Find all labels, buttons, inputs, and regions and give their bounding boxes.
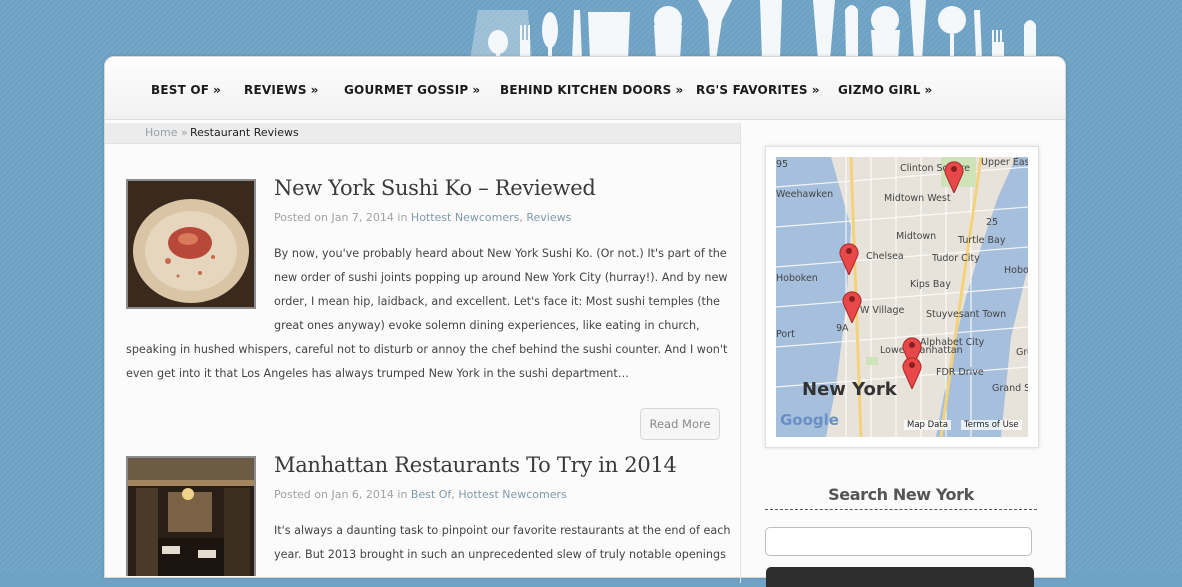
post-date: Posted on Jan 7, 2014 in [274, 211, 411, 224]
post-title-link[interactable]: Manhattan Restaurants To Try in 2014 [274, 453, 677, 477]
breadcrumb: Home » Restaurant Reviews [105, 123, 740, 144]
map-label: Port [776, 329, 795, 340]
google-logo[interactable]: Google [780, 411, 839, 429]
map-label: Alphabet City [920, 337, 985, 348]
excerpt-line: speaking in hushed whispers, careful not… [126, 343, 728, 356]
nav-arrow: » [811, 83, 820, 97]
map-label: Grand St [992, 383, 1028, 394]
map-label: Midtown [896, 231, 937, 242]
content-wrapper: BEST OF» REVIEWS» GOURMET GOSSIP» BEHIND… [104, 56, 1066, 587]
nav-item-behind-kitchen-doors[interactable]: BEHIND KITCHEN DOORS» [500, 83, 683, 97]
excerpt-line: even get into it that Los Angeles has al… [126, 367, 629, 380]
breadcrumb-current: Restaurant Reviews [190, 126, 299, 139]
nav-label: GIZMO GIRL [838, 83, 921, 97]
map-marker-icon[interactable] [902, 355, 922, 389]
breadcrumb-separator: » [181, 126, 188, 139]
post-thumbnail-sushi[interactable] [126, 179, 256, 309]
column-divider [740, 123, 741, 583]
nav-label: RG'S FAVORITES [696, 83, 808, 97]
nav-arrow: » [213, 83, 222, 97]
excerpt-line: It's always a daunting task to pinpoint … [274, 524, 731, 537]
nav-label: GOURMET GOSSIP [344, 83, 469, 97]
nav-item-reviews[interactable]: REVIEWS» [244, 83, 319, 97]
map-marker-icon[interactable] [839, 241, 859, 275]
map-label: Chelsea [866, 251, 904, 262]
map-label: Tudor City [932, 253, 980, 264]
map-label: Midtown West [884, 193, 951, 204]
map-label: 95 [776, 159, 789, 170]
post-thumbnail-restaurant[interactable] [126, 456, 256, 576]
map-city-label: New York [802, 379, 897, 400]
nav-arrow: » [472, 83, 481, 97]
nav-arrow: » [310, 83, 319, 97]
nav-item-gizmo-girl[interactable]: GIZMO GIRL» [838, 83, 933, 97]
category-link-reviews[interactable]: Reviews [526, 211, 571, 224]
excerpt-line: By now, you've probably heard about New … [274, 247, 727, 260]
nav-arrow: » [675, 83, 684, 97]
nav-item-rgs-favorites[interactable]: RG'S FAVORITES» [696, 83, 820, 97]
search-widget-title: Search New York [828, 485, 974, 504]
category-link-hottest-newcomers[interactable]: Hottest Newcomers [411, 211, 519, 224]
nav-item-best-of[interactable]: BEST OF» [151, 83, 221, 97]
excerpt-line: great ones anyway) evoke solemn dining e… [274, 319, 700, 332]
nav-label: BEHIND KITCHEN DOORS [500, 83, 672, 97]
post-date: Posted on Jan 6, 2014 in [274, 488, 411, 501]
excerpt-line: year. But 2013 brought in such an unprec… [274, 548, 726, 561]
map-label: 9A [836, 323, 849, 334]
nav-label: REVIEWS [244, 83, 307, 97]
main-nav: BEST OF» REVIEWS» GOURMET GOSSIP» BEHIND… [105, 57, 1065, 120]
map-label: Hoboken [1004, 265, 1028, 276]
map-label: Upper East Side [981, 157, 1028, 168]
category-link-best-of[interactable]: Best Of [411, 488, 451, 501]
map-label: Stuyvesant Town [926, 309, 1007, 320]
search-input[interactable] [765, 527, 1032, 556]
map-label: W Village [860, 305, 905, 316]
map-label: Hoboken [776, 273, 818, 284]
map-marker-icon[interactable] [944, 159, 964, 193]
post-meta: Posted on Jan 6, 2014 in Best Of, Hottes… [274, 488, 567, 501]
map-marker-icon[interactable] [842, 289, 862, 323]
nav-label: BEST OF [151, 83, 210, 97]
excerpt-line: order, I mean hip, laidback, and excelle… [274, 295, 720, 308]
post-meta: Posted on Jan 7, 2014 in Hottest Newcome… [274, 211, 571, 224]
read-more-button[interactable]: Read More [640, 408, 720, 440]
map-label: Turtle Bay [958, 235, 1006, 246]
map-data-link[interactable]: Map Data [904, 420, 951, 430]
map-label: 25 [986, 217, 999, 228]
search-divider [765, 509, 1037, 510]
category-link-hottest-newcomers[interactable]: Hottest Newcomers [458, 488, 566, 501]
nav-arrow: » [924, 83, 933, 97]
map-view[interactable]: 95 Weehawken Clinton Square Upper East S… [776, 157, 1028, 437]
excerpt-line: new order of sushi joints popping up aro… [274, 271, 728, 284]
map-widget: 95 Weehawken Clinton Square Upper East S… [765, 146, 1039, 448]
post-title-link[interactable]: New York Sushi Ko – Reviewed [274, 176, 596, 200]
map-label: Weehawken [776, 189, 834, 200]
restaurant-interior-image [128, 458, 254, 576]
map-label: Gre [1016, 347, 1028, 358]
map-terms-link[interactable]: Terms of Use [961, 420, 1022, 430]
utensils-header-art [470, 0, 1036, 60]
breadcrumb-home-link[interactable]: Home [145, 123, 177, 143]
search-button[interactable] [766, 567, 1034, 587]
nav-item-gourmet-gossip[interactable]: GOURMET GOSSIP» [344, 83, 480, 97]
map-label: FDR Drive [936, 367, 984, 378]
map-label: Kips Bay [910, 279, 951, 290]
sushi-dish-image [128, 181, 254, 307]
